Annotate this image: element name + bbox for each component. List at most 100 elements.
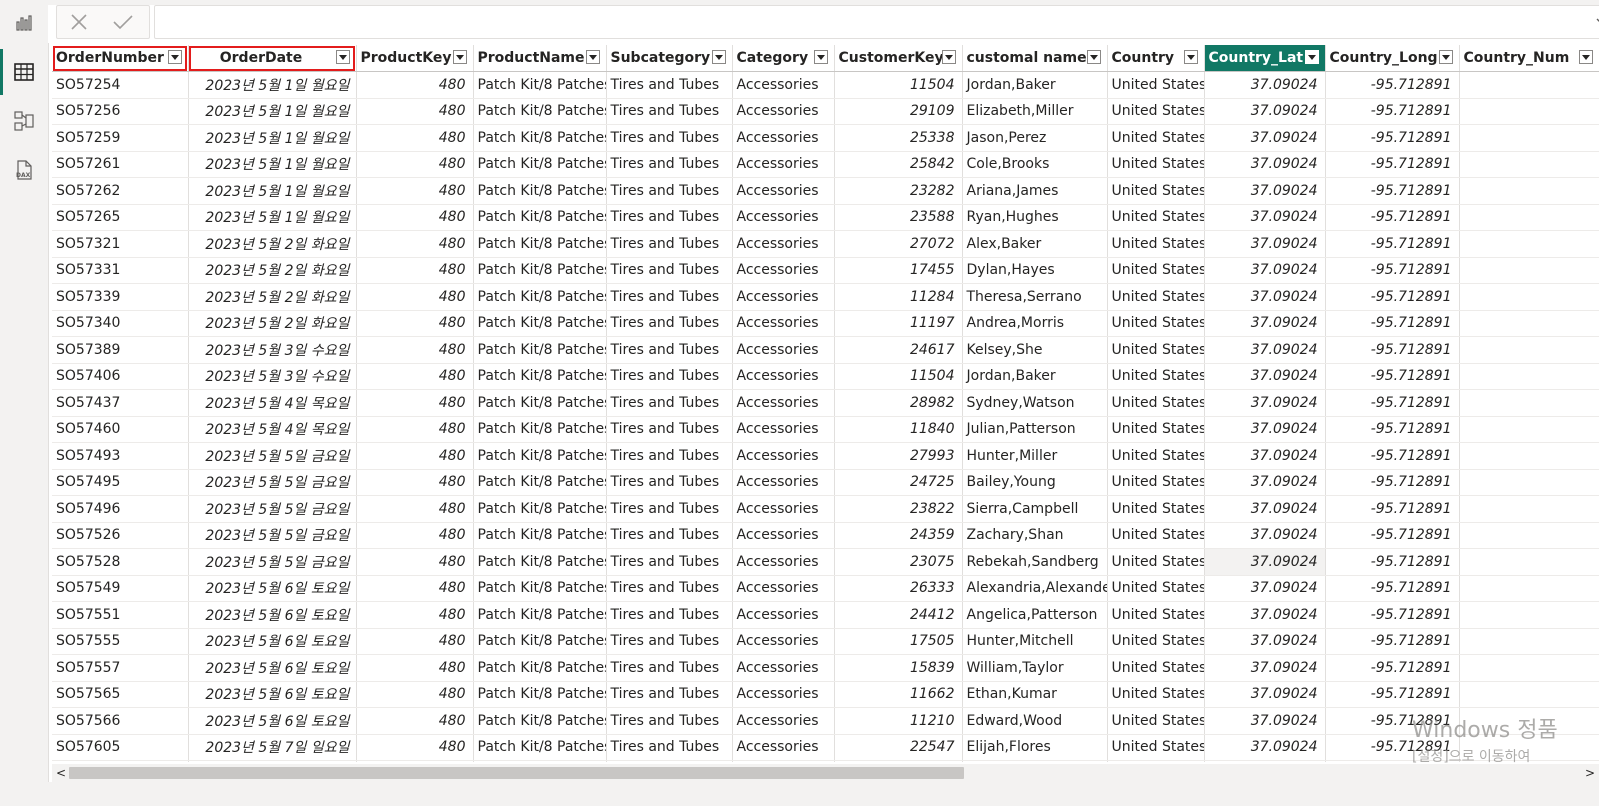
table-cell[interactable]: Accessories <box>732 363 835 390</box>
filter-dropdown-icon[interactable] <box>941 50 956 64</box>
table-cell[interactable]: 2023년 5월 5일 금요일 <box>188 495 357 523</box>
table-cell[interactable]: 29109 <box>834 98 963 125</box>
table-cell[interactable]: 480 <box>356 707 474 735</box>
table-cell[interactable]: Jordan,Baker <box>962 363 1108 390</box>
table-cell[interactable]: Tires and Tubes <box>606 760 733 762</box>
table-cell[interactable] <box>1459 389 1599 417</box>
table-cell[interactable]: 2023년 5월 6일 토요일 <box>188 628 357 655</box>
table-cell[interactable]: Tires and Tubes <box>606 654 733 682</box>
table-cell[interactable]: Patch Kit/8 Patches <box>473 416 607 443</box>
table-cell[interactable]: -95.712891 <box>1325 760 1460 762</box>
filter-dropdown-icon[interactable] <box>167 50 182 64</box>
table-cell[interactable]: 480 <box>356 98 474 125</box>
scroll-left-button[interactable]: < <box>53 765 69 781</box>
table-cell[interactable]: -95.712891 <box>1325 495 1460 523</box>
table-cell[interactable]: 24359 <box>834 522 963 549</box>
table-cell[interactable]: Accessories <box>732 124 835 152</box>
report-view-button[interactable] <box>0 0 48 46</box>
table-cell[interactable]: Accessories <box>732 575 835 602</box>
table-cell[interactable]: 480 <box>356 469 474 496</box>
table-cell[interactable] <box>1459 230 1599 258</box>
table-cell[interactable]: SO57406 <box>52 363 189 390</box>
table-cell[interactable]: 11210 <box>834 707 963 735</box>
table-cell[interactable]: 480 <box>356 71 474 99</box>
table-cell[interactable]: Accessories <box>732 416 835 443</box>
table-cell[interactable]: Devin,Martin <box>962 760 1108 762</box>
table-cell[interactable]: Accessories <box>732 442 835 470</box>
table-cell[interactable]: 37.09024 <box>1204 601 1326 629</box>
table-cell[interactable]: Tires and Tubes <box>606 495 733 523</box>
table-cell[interactable]: Patch Kit/8 Patches <box>473 601 607 629</box>
table-cell[interactable]: 25338 <box>834 124 963 152</box>
table-cell[interactable]: United States <box>1107 601 1205 629</box>
table-cell[interactable]: 37.09024 <box>1204 681 1326 708</box>
table-cell[interactable]: -95.712891 <box>1325 628 1460 655</box>
table-cell[interactable]: 37.09024 <box>1204 760 1326 762</box>
table-cell[interactable]: 480 <box>356 336 474 364</box>
table-cell[interactable]: Patch Kit/8 Patches <box>473 654 607 682</box>
table-cell[interactable]: Accessories <box>732 601 835 629</box>
table-cell[interactable]: 11197 <box>834 310 963 337</box>
table-cell[interactable]: United States <box>1107 124 1205 152</box>
table-cell[interactable]: 37.09024 <box>1204 310 1326 337</box>
table-cell[interactable]: 2023년 5월 6일 토요일 <box>188 575 357 602</box>
table-cell[interactable]: 37.09024 <box>1204 177 1326 205</box>
table-cell[interactable]: SO57557 <box>52 654 189 682</box>
table-cell[interactable]: United States <box>1107 416 1205 443</box>
table-cell[interactable]: 37.09024 <box>1204 389 1326 417</box>
table-cell[interactable]: United States <box>1107 522 1205 549</box>
table-cell[interactable]: Tires and Tubes <box>606 601 733 629</box>
table-cell[interactable]: United States <box>1107 151 1205 178</box>
table-cell[interactable]: -95.712891 <box>1325 442 1460 470</box>
table-cell[interactable]: SO57437 <box>52 389 189 417</box>
table-cell[interactable]: Rebekah,Sandberg <box>962 548 1108 576</box>
table-cell[interactable]: 480 <box>356 310 474 337</box>
table-cell[interactable]: 480 <box>356 230 474 258</box>
table-cell[interactable]: 2023년 5월 1일 월요일 <box>188 151 357 178</box>
table-cell[interactable]: SO57496 <box>52 495 189 523</box>
table-cell[interactable]: 17505 <box>834 628 963 655</box>
table-cell[interactable]: Accessories <box>732 522 835 549</box>
table-cell[interactable]: Patch Kit/8 Patches <box>473 283 607 311</box>
table-cell[interactable]: 37.09024 <box>1204 522 1326 549</box>
table-cell[interactable]: 480 <box>356 204 474 231</box>
table-cell[interactable]: SO57526 <box>52 522 189 549</box>
table-cell[interactable]: Accessories <box>732 336 835 364</box>
table-cell[interactable]: 37.09024 <box>1204 575 1326 602</box>
scroll-right-button[interactable]: > <box>1582 765 1598 781</box>
table-cell[interactable]: SO57262 <box>52 177 189 205</box>
table-cell[interactable]: Accessories <box>732 495 835 523</box>
column-header-customal-name[interactable]: customal name <box>962 45 1108 72</box>
table-cell[interactable]: -95.712891 <box>1325 230 1460 258</box>
table-cell[interactable]: -95.712891 <box>1325 71 1460 99</box>
filter-dropdown-icon[interactable] <box>1183 50 1198 64</box>
table-cell[interactable]: Kelsey,She <box>962 336 1108 364</box>
table-cell[interactable] <box>1459 654 1599 682</box>
table-cell[interactable]: SO57254 <box>52 71 189 99</box>
table-cell[interactable]: Patch Kit/8 Patches <box>473 336 607 364</box>
table-cell[interactable]: 2023년 5월 7일 일요일 <box>188 760 357 762</box>
table-cell[interactable]: Tires and Tubes <box>606 681 733 708</box>
table-cell[interactable]: SO57495 <box>52 469 189 496</box>
table-cell[interactable] <box>1459 310 1599 337</box>
table-cell[interactable]: 37.09024 <box>1204 548 1326 576</box>
filter-dropdown-icon[interactable] <box>452 50 467 64</box>
table-cell[interactable]: Tires and Tubes <box>606 469 733 496</box>
table-cell[interactable] <box>1459 336 1599 364</box>
table-view-button[interactable] <box>0 49 48 95</box>
table-cell[interactable]: -95.712891 <box>1325 204 1460 231</box>
table-cell[interactable]: Tires and Tubes <box>606 734 733 761</box>
table-cell[interactable]: -95.712891 <box>1325 575 1460 602</box>
table-cell[interactable]: United States <box>1107 654 1205 682</box>
column-header-subcategory[interactable]: Subcategory <box>606 45 733 72</box>
table-cell[interactable] <box>1459 734 1599 761</box>
table-cell[interactable]: 2023년 5월 6일 토요일 <box>188 681 357 708</box>
table-cell[interactable]: Patch Kit/8 Patches <box>473 98 607 125</box>
column-header-productname[interactable]: ProductName <box>473 45 607 72</box>
table-cell[interactable]: Patch Kit/8 Patches <box>473 230 607 258</box>
table-cell[interactable]: Alex,Baker <box>962 230 1108 258</box>
table-cell[interactable]: Tires and Tubes <box>606 71 733 99</box>
table-cell[interactable]: 37.09024 <box>1204 654 1326 682</box>
table-cell[interactable]: 37.09024 <box>1204 283 1326 311</box>
table-cell[interactable]: Patch Kit/8 Patches <box>473 124 607 152</box>
